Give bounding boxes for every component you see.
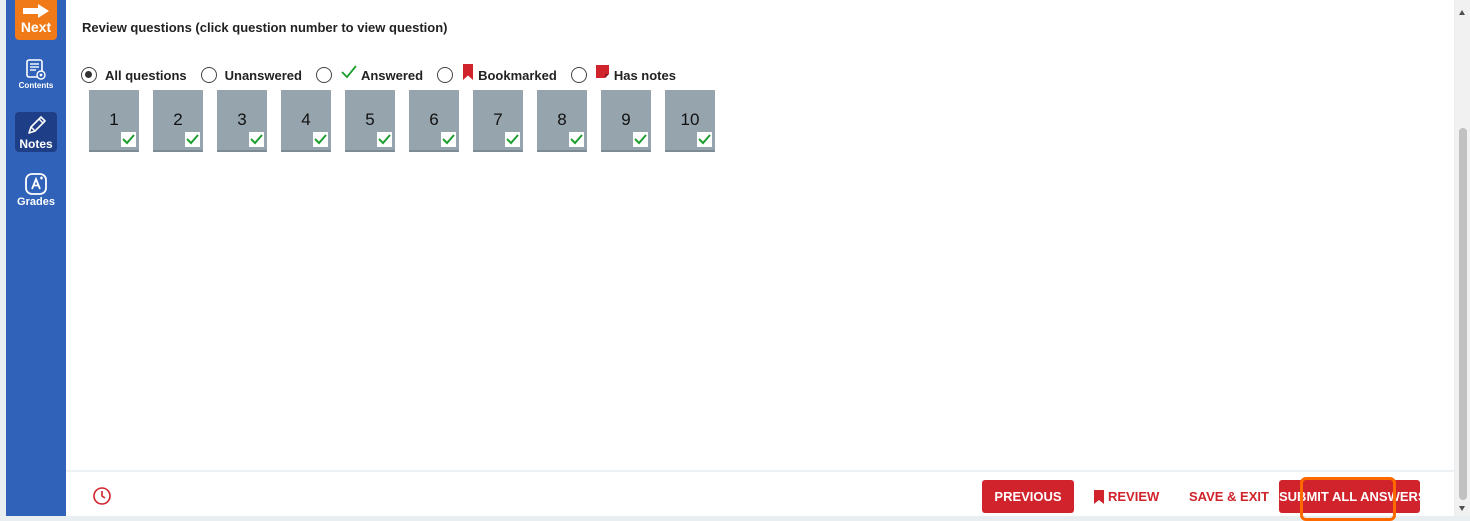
sidebar-item-contents[interactable]: Contents (15, 56, 57, 96)
question-tile-8[interactable]: 8 (537, 90, 587, 152)
question-number: 7 (493, 110, 503, 129)
note-icon (595, 65, 609, 78)
question-number: 10 (680, 110, 700, 129)
question-filter-group: All questions Unanswered Answered Bookma… (81, 58, 690, 84)
answered-check-icon (185, 132, 200, 147)
sidebar-item-notes[interactable]: Notes (15, 112, 57, 152)
sidebar-item-label: Grades (17, 196, 55, 208)
review-button[interactable]: REVIEW (1093, 480, 1159, 513)
sidebar-item-label: Notes (19, 137, 53, 151)
scroll-down-arrow-icon[interactable] (1459, 506, 1465, 511)
bookmark-icon (463, 64, 474, 80)
answered-check-icon (633, 132, 648, 147)
question-tile-5[interactable]: 5 (345, 90, 395, 152)
question-tile-7[interactable]: 7 (473, 90, 523, 152)
question-number: 1 (109, 110, 119, 129)
radio-button[interactable] (315, 67, 332, 83)
question-number: 4 (301, 110, 311, 129)
scroll-up-arrow-icon[interactable] (1459, 10, 1465, 15)
radio-button[interactable] (437, 67, 454, 83)
submit-all-answers-button[interactable]: SUBMIT ALL ANSWERS (1279, 480, 1427, 513)
question-tile-4[interactable]: 4 (281, 90, 331, 152)
question-number: 8 (557, 110, 567, 129)
bookmark-icon (1094, 490, 1104, 504)
answered-check-icon (441, 132, 456, 147)
filter-label: Answered (360, 68, 424, 83)
question-tile-2[interactable]: 2 (153, 90, 203, 152)
filter-label: Has notes (613, 68, 676, 83)
question-number: 5 (365, 110, 375, 129)
filter-answered[interactable]: Answered (315, 62, 424, 84)
sidebar-item-label: Contents (18, 81, 54, 90)
review-title: Review questions (click question number … (82, 20, 448, 35)
filter-unanswered[interactable]: Unanswered (200, 67, 302, 84)
next-button[interactable]: Next (15, 0, 57, 40)
radio-button[interactable] (570, 67, 587, 83)
previous-button[interactable]: PREVIOUS (982, 480, 1074, 513)
question-tile-9[interactable]: 9 (601, 90, 651, 152)
answered-check-icon (313, 132, 328, 147)
radio-button[interactable] (200, 67, 217, 83)
answered-check-icon (249, 132, 264, 147)
answered-check-icon (569, 132, 584, 147)
question-tile-3[interactable]: 3 (217, 90, 267, 152)
footer-divider (66, 470, 1454, 472)
answered-check-icon (505, 132, 520, 147)
filter-label: Unanswered (224, 68, 302, 83)
left-sidebar: Next Contents Notes Grades (6, 0, 66, 516)
answered-check-icon (697, 132, 712, 147)
question-number: 2 (173, 110, 183, 129)
scroll-thumb[interactable] (1459, 128, 1467, 500)
filter-all-questions[interactable]: All questions (81, 67, 187, 84)
sidebar-item-grades[interactable]: Grades (15, 170, 57, 210)
arrow-right-icon (23, 4, 49, 18)
filter-label: All questions (105, 68, 187, 83)
filter-bookmarked[interactable]: Bookmarked (437, 62, 557, 84)
review-panel: Review questions (click question number … (66, 0, 1454, 516)
question-number: 9 (621, 110, 631, 129)
answered-check-icon (377, 132, 392, 147)
filter-has-notes[interactable]: Has notes (570, 62, 676, 84)
pencil-icon (28, 116, 46, 134)
filter-label: Bookmarked (478, 68, 557, 83)
question-number: 6 (429, 110, 439, 129)
review-button-label: REVIEW (1108, 489, 1160, 504)
question-tile-10[interactable]: 10 (665, 90, 715, 152)
question-number: 3 (237, 110, 247, 129)
save-exit-button[interactable]: SAVE & EXIT (1189, 480, 1269, 513)
vertical-scrollbar[interactable] (1455, 0, 1470, 516)
question-tile-6[interactable]: 6 (409, 90, 459, 152)
question-tile-1[interactable]: 1 (89, 90, 139, 152)
clock-icon[interactable] (92, 486, 112, 506)
checkmark-icon (341, 65, 357, 79)
radio-button[interactable] (81, 67, 97, 83)
grades-icon (25, 173, 47, 195)
contents-icon (26, 59, 46, 80)
next-label: Next (20, 19, 52, 35)
answered-check-icon (121, 132, 136, 147)
